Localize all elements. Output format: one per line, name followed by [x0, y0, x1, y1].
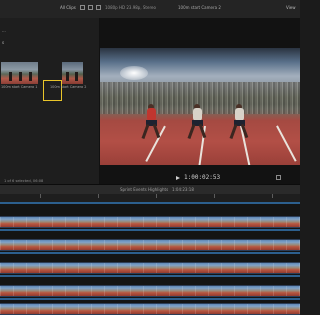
- athlete: [140, 104, 162, 140]
- timecode-display: 1:00:02:53: [184, 174, 221, 181]
- timeline-clip-track[interactable]: [0, 303, 300, 315]
- clip-name: 100m start Camera 1: [1, 85, 38, 89]
- timeline-clip-track[interactable]: [0, 285, 300, 297]
- track-divider: [0, 202, 300, 204]
- runner-figure: [9, 72, 12, 81]
- sidebar-item[interactable]: s: [2, 40, 4, 45]
- filmstrip-view-icon[interactable]: [80, 5, 85, 10]
- video-frame: [100, 48, 300, 165]
- clip-thumbnail[interactable]: [1, 62, 38, 84]
- browser-status: 1 of 6 selected, 06:08: [4, 179, 44, 183]
- project-format: 1080p HD 23.98p, Stereo: [105, 5, 156, 10]
- stadium-light: [120, 66, 148, 80]
- timeline-ruler[interactable]: [0, 194, 300, 202]
- viewer-controls: 1:00:02:53: [100, 174, 300, 184]
- ruler-tick: [98, 194, 99, 198]
- clip-name: 100m start Camera 2: [50, 85, 87, 89]
- browser-panel: ... s 100m start Camera 1 100m start Cam…: [0, 18, 100, 184]
- runner-figure: [19, 72, 22, 81]
- athlete: [228, 104, 250, 140]
- lane-line: [276, 125, 297, 162]
- runner-figure: [29, 72, 32, 81]
- top-toolbar: All Clips 1080p HD 23.98p, Stereo 100m s…: [0, 0, 300, 19]
- track-divider: [0, 275, 300, 277]
- track-divider: [0, 252, 300, 254]
- view-menu[interactable]: View: [286, 5, 296, 10]
- runner-figure: [66, 72, 69, 81]
- track-divider: [0, 298, 300, 300]
- project-name: Sprint Events Highlights: [120, 187, 169, 192]
- viewer-panel: 1:00:02:53: [100, 18, 300, 184]
- timeline-clip-track[interactable]: [0, 239, 300, 251]
- search-icon[interactable]: [96, 5, 101, 10]
- ruler-tick: [272, 194, 273, 198]
- selection-highlight: [43, 80, 62, 101]
- project-duration: 1:04:23:18: [172, 187, 194, 192]
- timeline-clip-track[interactable]: [0, 216, 300, 228]
- sidebar-item[interactable]: ...: [2, 28, 6, 33]
- ruler-tick: [156, 194, 157, 198]
- clips-filter-menu[interactable]: All Clips: [60, 5, 76, 10]
- timeline-clip-track[interactable]: [0, 262, 300, 274]
- timeline-title: Sprint Events Highlights 1:04:23:18: [120, 187, 194, 192]
- track-divider: [0, 229, 300, 231]
- runner-figure: [75, 72, 78, 81]
- fullscreen-icon[interactable]: [276, 175, 281, 180]
- ruler-tick: [214, 194, 215, 198]
- play-icon[interactable]: [176, 176, 180, 180]
- list-view-icon[interactable]: [88, 5, 93, 10]
- athlete: [186, 104, 208, 140]
- timeline-tracks: [0, 202, 300, 315]
- viewer-title: 100m start Camera 2: [178, 5, 221, 10]
- ruler-tick: [40, 194, 41, 198]
- clip-thumbnail-selected[interactable]: [62, 62, 83, 84]
